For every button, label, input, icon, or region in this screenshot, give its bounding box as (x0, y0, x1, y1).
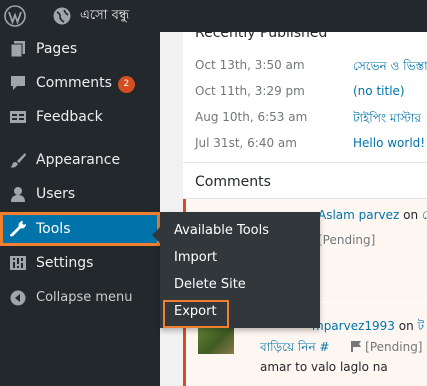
published-post-link[interactable]: টাইপিং মাস্টার (353, 110, 421, 130)
collapse-arrow-icon (10, 290, 26, 306)
collapse-menu-label: Collapse menu (36, 290, 133, 305)
published-date: Oct 13th, 3:50 am (195, 58, 305, 72)
comment-text: amar to valo laglo na (260, 360, 388, 374)
collapse-menu-button[interactable]: Collapse menu (0, 281, 160, 315)
divider (183, 162, 427, 163)
sidebar-item-label: Pages (36, 41, 78, 57)
home-icon[interactable] (52, 6, 72, 26)
comments-icon (11, 76, 25, 90)
paintbrush-icon (10, 153, 26, 168)
dashboard-content: Recently Published Oct 13th, 3:50 am সেভ… (183, 25, 427, 386)
sidebar-item-label: Tools (36, 221, 71, 237)
settings-sliders-icon (10, 256, 26, 270)
published-date: Aug 10th, 6:53 am (195, 110, 308, 124)
sidebar-item-users[interactable]: Users (0, 177, 160, 211)
admin-bar: এসো বন্ধু (0, 0, 427, 32)
wrench-icon (10, 221, 26, 237)
feedback-icon (10, 111, 26, 123)
comment-post-link[interactable]: সে (422, 208, 427, 222)
flag-icon (351, 341, 362, 352)
comment-author-link[interactable]: mparvez1993 (312, 319, 395, 333)
published-post-link[interactable]: সেভেন ও ভিস্তা (353, 58, 427, 78)
comments-heading: Comments (195, 174, 271, 190)
comment-post-link[interactable]: ট (418, 319, 425, 333)
comments-count-badge: 2 (117, 76, 135, 93)
sidebar-item-label: Feedback (36, 109, 103, 125)
sidebar-item-label: Appearance (36, 152, 121, 168)
published-date: Jul 31st, 6:40 am (195, 136, 297, 150)
site-name-link[interactable]: এসো বন্ধু (80, 6, 129, 26)
sidebar-item-feedback[interactable]: Feedback (0, 100, 160, 134)
sidebar-item-label: Comments 2 (36, 66, 135, 100)
sidebar-item-tools[interactable]: Tools (0, 212, 160, 246)
sidebar-item-pages[interactable]: Pages (0, 32, 160, 66)
sidebar-item-settings[interactable]: Settings (0, 246, 160, 280)
sidebar-item-comments[interactable]: Comments 2 (0, 66, 160, 100)
published-post-link[interactable]: (no title) (353, 84, 405, 98)
submenu-item-delete-site[interactable]: Delete Site (174, 275, 246, 295)
published-post-link[interactable]: Hello world! (353, 136, 425, 150)
comment-meta: mparvez1993 on ট (312, 319, 425, 333)
sidebar-item-label: Settings (36, 255, 94, 271)
tools-submenu: Available Tools Import Delete Site Expor… (152, 212, 320, 328)
published-date: Oct 11th, 3:29 pm (195, 84, 305, 98)
submenu-pointer (152, 227, 160, 243)
sidebar-item-label: Users (36, 186, 76, 202)
comment-post-title-line: বাড়িয়ে নিন # [Pending] (260, 339, 423, 359)
comment-status: [Pending] (318, 233, 376, 247)
comment-author-link[interactable]: Aslam parvez (318, 208, 399, 222)
users-icon (11, 187, 25, 202)
submenu-item-export[interactable]: Export (174, 302, 217, 322)
comment-status: [Pending] (365, 340, 423, 354)
comment-post-link[interactable]: বাড়িয়ে নিন # (260, 340, 330, 354)
pages-icon (10, 41, 25, 58)
sidebar-item-appearance[interactable]: Appearance (0, 143, 160, 177)
admin-sidebar: Pages Comments 2 Feedback Appearance User… (0, 32, 160, 386)
submenu-item-import[interactable]: Import (174, 248, 217, 268)
comment-meta: Aslam parvez on সে (318, 207, 427, 227)
wordpress-logo-icon[interactable] (4, 5, 26, 27)
submenu-item-available-tools[interactable]: Available Tools (174, 221, 269, 241)
